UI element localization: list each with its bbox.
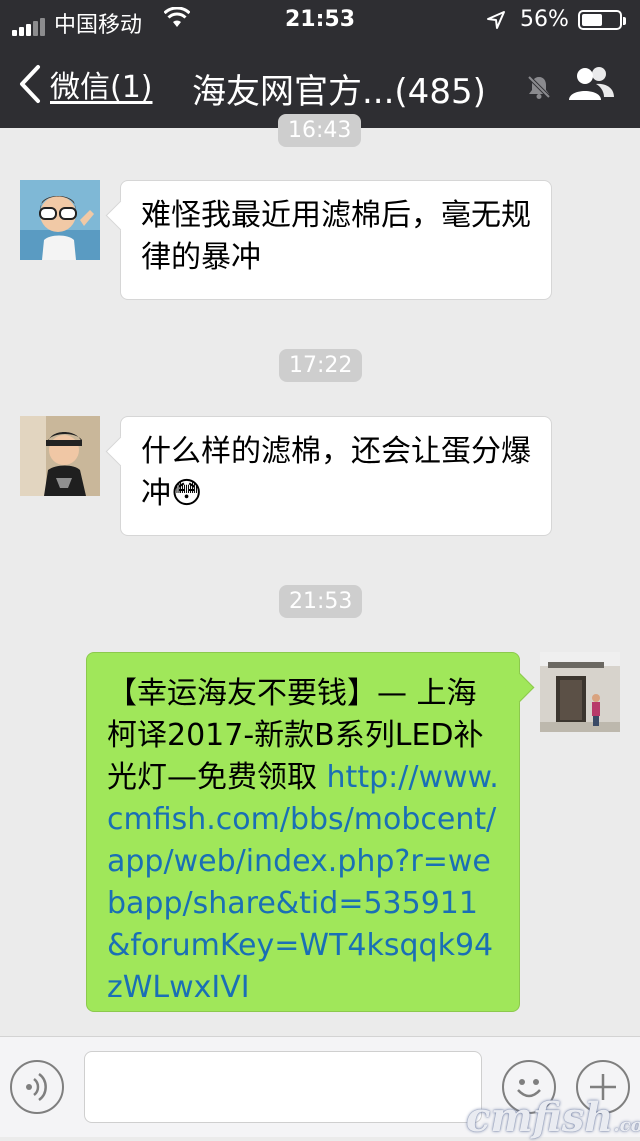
message-input[interactable]: [84, 1051, 482, 1123]
top-bar: 中国移动 21:53 56% 微信(1) 海友网官方...(485): [0, 0, 640, 128]
back-button[interactable]: 微信(1): [18, 62, 153, 106]
message-text: 难怪我最近用滤棉后，毫无规律的暴冲: [141, 198, 531, 275]
avatar[interactable]: [20, 180, 100, 260]
watermark-logo: cmfish.com: [466, 1094, 640, 1141]
timestamp: 16:43: [278, 114, 362, 147]
voice-icon: [26, 1072, 47, 1102]
message-bubble[interactable]: 难怪我最近用滤棉后，毫无规律的暴冲: [120, 180, 552, 300]
avatar[interactable]: [540, 652, 620, 732]
voice-button[interactable]: [10, 1060, 64, 1114]
watermark-suffix: .com: [613, 1115, 640, 1136]
watermark-text: cmfish: [466, 1094, 614, 1141]
battery-fill: [582, 14, 602, 26]
message-bubble[interactable]: 什么样的滤棉，还会让蛋分爆冲😳: [120, 416, 552, 536]
back-chevron-icon: [20, 65, 40, 103]
timestamp: 21:53: [279, 585, 363, 618]
group-members-icon[interactable]: [566, 64, 616, 104]
battery-percent: 56%: [520, 7, 569, 32]
battery-icon: [578, 10, 626, 30]
mute-icon: [527, 75, 551, 99]
location-arrow-icon: [487, 11, 505, 29]
timestamp: 17:22: [279, 349, 363, 382]
message-link[interactable]: http://www.cmfish.com/bbs/mobcent/app/we…: [107, 760, 499, 1005]
status-bar: 中国移动 21:53 56%: [0, 0, 640, 40]
flushed-emoji: 😳: [171, 476, 203, 511]
back-label: 微信(1): [50, 70, 153, 105]
avatar[interactable]: [20, 416, 100, 496]
chat-title: 海友网官方...(485): [192, 72, 486, 112]
message-bubble[interactable]: 【幸运海友不要钱】— 上海柯译2017-新款B系列LED补光灯—免费领取 htt…: [86, 652, 520, 1012]
